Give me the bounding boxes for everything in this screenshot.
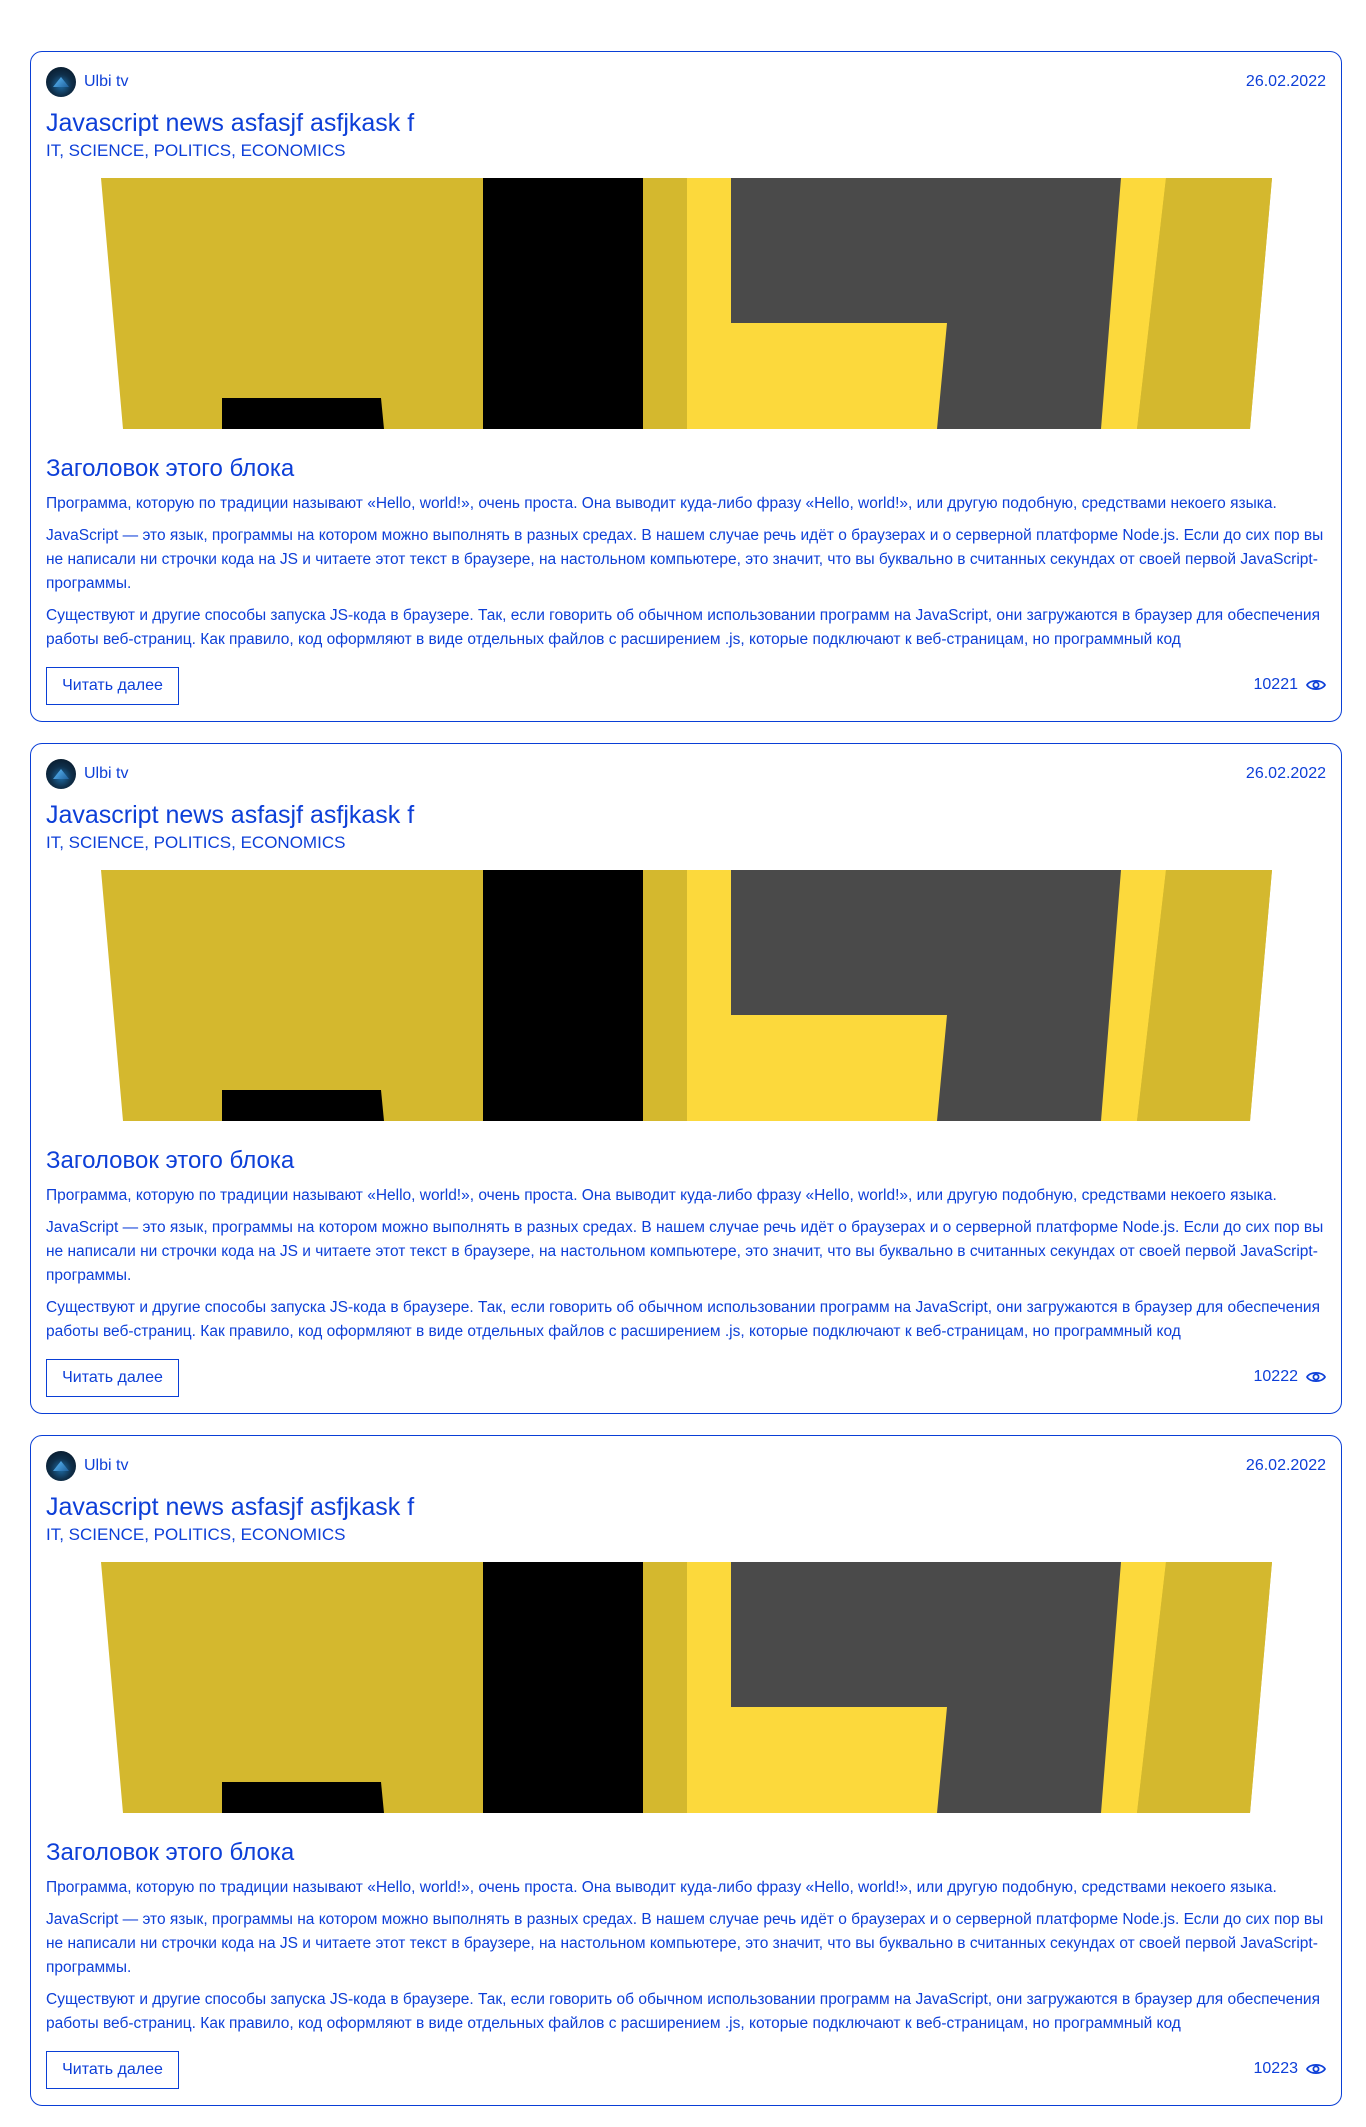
excerpt-paragraph: Программа, которую по традиции называют … xyxy=(46,1187,1277,1204)
js-logo-image xyxy=(101,178,1272,429)
views-counter: 10222 xyxy=(1253,1368,1326,1386)
excerpt-paragraph: Программа, которую по традиции называют … xyxy=(46,1879,1277,1896)
author-name: Ulbi tv xyxy=(84,765,129,782)
article-title[interactable]: Javascript news asfasjf asfjkask f xyxy=(46,109,414,138)
article-cover-image xyxy=(101,1562,1272,1813)
article-excerpt: Программа, которую по традиции называют … xyxy=(46,1184,1326,1352)
article-cover-image xyxy=(101,870,1272,1121)
excerpt-paragraph: JavaScript — это язык, программы на кото… xyxy=(46,1911,1324,1976)
views-count: 10223 xyxy=(1253,2060,1299,2077)
article-tags: IT, SCIENCE, POLITICS, ECONOMICS xyxy=(46,833,346,852)
card-header: Ulbi tv 26.02.2022 xyxy=(46,758,1326,790)
avatar xyxy=(46,1451,76,1481)
author-link[interactable]: Ulbi tv xyxy=(46,67,128,97)
excerpt-paragraph: Программа, которую по традиции называют … xyxy=(46,495,1277,512)
article-excerpt: Программа, которую по традиции называют … xyxy=(46,1876,1326,2044)
author-link[interactable]: Ulbi tv xyxy=(46,759,128,789)
views-count: 10222 xyxy=(1253,1368,1299,1385)
card-header: Ulbi tv 26.02.2022 xyxy=(46,66,1326,98)
article-tags: IT, SCIENCE, POLITICS, ECONOMICS xyxy=(46,141,346,160)
eye-icon xyxy=(1306,2063,1326,2075)
avatar xyxy=(46,67,76,97)
article-excerpt: Программа, которую по традиции называют … xyxy=(46,492,1326,660)
article-card: Ulbi tv 26.02.2022 Javascript news asfas… xyxy=(30,743,1342,1414)
js-logo-image xyxy=(101,1562,1272,1813)
excerpt-paragraph: Существуют и другие способы запуска JS-к… xyxy=(46,607,1320,648)
article-card: Ulbi tv 26.02.2022 Javascript news asfas… xyxy=(30,1435,1342,2106)
author-name: Ulbi tv xyxy=(84,73,129,90)
post-date: 26.02.2022 xyxy=(1245,1457,1326,1474)
author-name: Ulbi tv xyxy=(84,1457,129,1474)
eye-icon xyxy=(1306,1371,1326,1383)
views-counter: 10223 xyxy=(1253,2060,1326,2078)
excerpt-paragraph: JavaScript — это язык, программы на кото… xyxy=(46,1219,1324,1284)
post-date: 26.02.2022 xyxy=(1245,73,1326,90)
article-tags: IT, SCIENCE, POLITICS, ECONOMICS xyxy=(46,1525,346,1544)
excerpt-paragraph: JavaScript — это язык, программы на кото… xyxy=(46,527,1324,592)
block-title: Заголовок этого блока xyxy=(46,1839,295,1866)
read-more-button[interactable]: Читать далее xyxy=(46,1359,179,1397)
excerpt-paragraph: Существуют и другие способы запуска JS-к… xyxy=(46,1299,1320,1340)
views-count: 10221 xyxy=(1253,676,1299,693)
block-title: Заголовок этого блока xyxy=(46,455,295,482)
article-card: Ulbi tv 26.02.2022 Javascript news asfas… xyxy=(30,51,1342,722)
card-header: Ulbi tv 26.02.2022 xyxy=(46,1450,1326,1482)
article-title[interactable]: Javascript news asfasjf asfjkask f xyxy=(46,1493,414,1522)
read-more-button[interactable]: Читать далее xyxy=(46,2051,179,2089)
article-cover-image xyxy=(101,178,1272,429)
article-title[interactable]: Javascript news asfasjf asfjkask f xyxy=(46,801,414,830)
post-date: 26.02.2022 xyxy=(1245,765,1326,782)
js-logo-image xyxy=(101,870,1272,1121)
article-list: Ulbi tv 26.02.2022 Javascript news asfas… xyxy=(0,0,1366,2106)
read-more-button[interactable]: Читать далее xyxy=(46,667,179,705)
author-link[interactable]: Ulbi tv xyxy=(46,1451,128,1481)
avatar xyxy=(46,759,76,789)
views-counter: 10221 xyxy=(1253,676,1326,694)
block-title: Заголовок этого блока xyxy=(46,1147,295,1174)
excerpt-paragraph: Существуют и другие способы запуска JS-к… xyxy=(46,1991,1320,2032)
eye-icon xyxy=(1306,679,1326,691)
